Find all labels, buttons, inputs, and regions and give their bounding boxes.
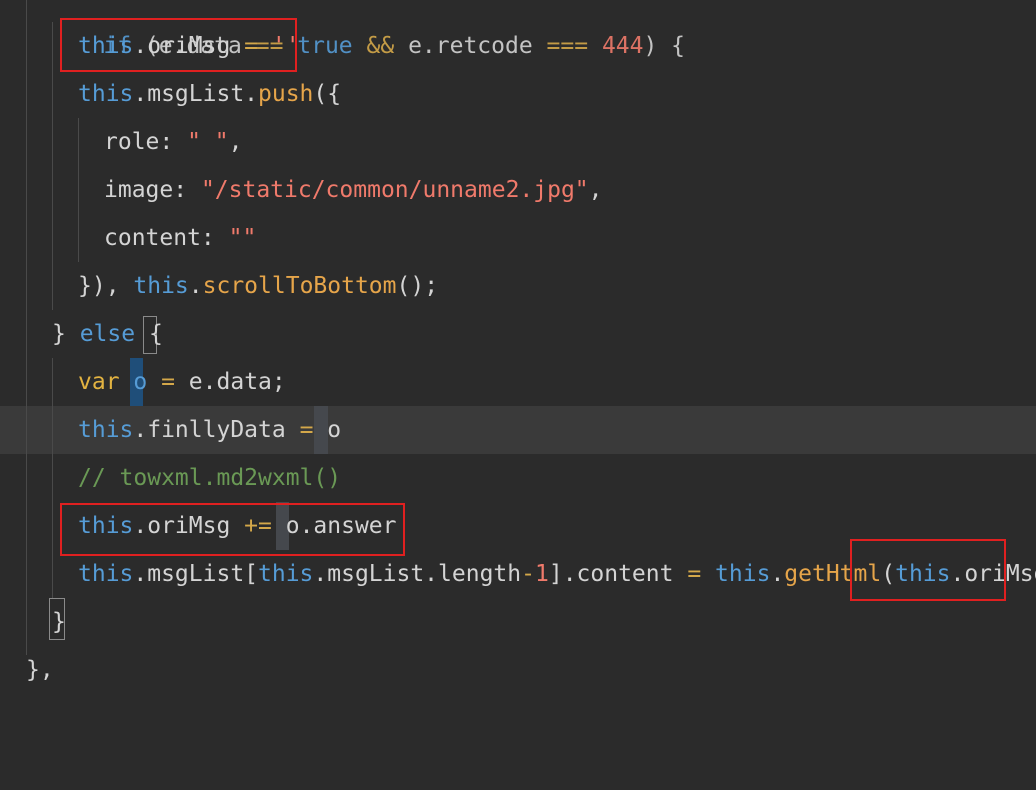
code-line: }), this.scrollToBottom();	[0, 262, 1036, 310]
code-text: {	[135, 321, 163, 347]
closing-brace: },	[26, 657, 54, 683]
variable-name: o	[119, 369, 162, 395]
keyword-else: else	[79, 321, 136, 347]
keyword-this: this	[258, 561, 314, 587]
code-text: ();	[396, 273, 439, 299]
function-name: push	[258, 81, 314, 107]
code-text: ,	[228, 129, 243, 155]
code-comment: // towxml.md2wxml()	[78, 465, 342, 491]
code-line: var o = e.data;	[0, 358, 1036, 406]
code-text: .	[770, 561, 785, 587]
code-text: ].content	[548, 561, 688, 587]
code-line: content: ""	[0, 214, 1036, 262]
code-line: // towxml.md2wxml()	[0, 454, 1036, 502]
keyword-this: this	[78, 561, 134, 587]
code-line: }	[0, 598, 1036, 646]
annotation-box	[60, 503, 405, 556]
object-key: content:	[104, 225, 229, 251]
operator: -	[521, 561, 535, 587]
code-line: },	[0, 646, 1036, 694]
annotation-box	[60, 18, 297, 72]
object-key: role:	[104, 129, 188, 155]
code-line: } else {	[0, 310, 1036, 358]
annotation-box	[850, 539, 1006, 601]
code-text: .finllyData	[133, 417, 300, 443]
code-text: o	[313, 417, 342, 443]
number: 1	[534, 561, 549, 587]
function-name: scrollToBottom	[202, 273, 397, 299]
keyword-var: var	[78, 369, 120, 395]
code-text: ({	[313, 81, 342, 107]
string-literal: "/static/common/unname2.jpg"	[200, 177, 589, 203]
code-line: this.finllyData = o	[0, 406, 1036, 454]
code-editor[interactable]: if (e.data == true && e.retcode === 444)…	[0, 0, 1036, 683]
keyword-this: this	[78, 81, 134, 107]
code-line: role: " ",	[0, 118, 1036, 166]
code-line: this.msgList.push({	[0, 70, 1036, 118]
code-text: }	[52, 321, 80, 347]
code-text: .msgList.	[133, 81, 259, 107]
operator: =	[161, 369, 175, 395]
code-text: }),	[78, 273, 134, 299]
code-text: e.data;	[174, 369, 286, 395]
keyword-this: this	[133, 273, 189, 299]
operator: =	[299, 417, 314, 443]
closing-brace: }	[52, 609, 66, 635]
code-text: ,	[588, 177, 603, 203]
code-text: .	[188, 273, 203, 299]
operator: =	[687, 561, 702, 587]
code-text: .msgList.length	[313, 561, 522, 587]
keyword-this: this	[78, 417, 134, 443]
keyword-this: this	[701, 561, 771, 587]
object-key: image:	[104, 177, 201, 203]
code-line: image: "/static/common/unname2.jpg",	[0, 166, 1036, 214]
code-text: .msgList[	[133, 561, 259, 587]
string-literal: ""	[228, 225, 257, 251]
string-literal: " "	[187, 129, 229, 155]
